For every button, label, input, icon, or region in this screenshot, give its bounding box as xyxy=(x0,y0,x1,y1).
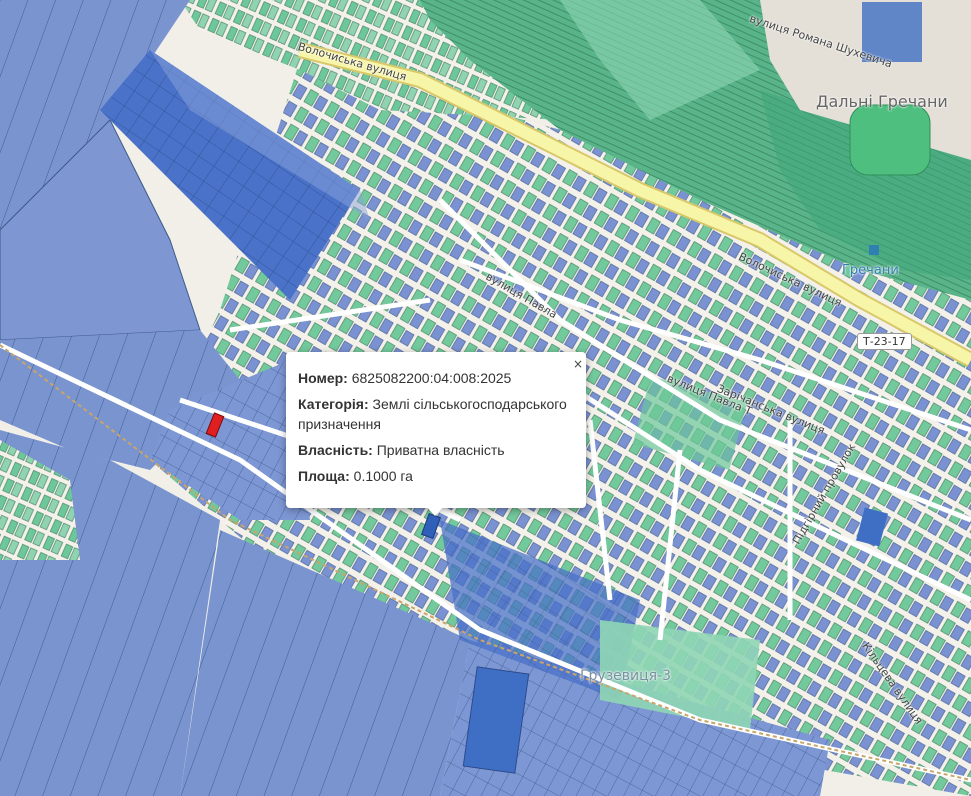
station-icon[interactable] xyxy=(869,245,879,255)
popup-area-label: Площа: xyxy=(298,468,350,484)
popup-area-value: 0.1000 га xyxy=(353,468,413,484)
parcel-info-popup: × Номер: 6825082200:04:008:2025 Категорі… xyxy=(286,352,586,508)
popup-tip xyxy=(426,506,444,516)
popup-ownership-row: Власність: Приватна власність xyxy=(298,440,574,460)
popup-number-value: 6825082200:04:008:2025 xyxy=(351,370,512,386)
popup-ownership-value: Приватна власність xyxy=(376,442,505,458)
popup-category-row: Категорія: Землі сільськогосподарського … xyxy=(298,394,574,434)
close-icon[interactable]: × xyxy=(573,354,583,374)
popup-ownership-label: Власність: xyxy=(298,442,373,458)
popup-number-label: Номер: xyxy=(298,370,348,386)
stadium xyxy=(849,104,931,176)
popup-number-row: Номер: 6825082200:04:008:2025 xyxy=(298,368,574,388)
route-shield: Т-23-17 xyxy=(857,333,912,350)
popup-category-label: Категорія: xyxy=(298,396,369,412)
popup-area-row: Площа: 0.1000 га xyxy=(298,466,574,486)
district-parcel xyxy=(862,2,922,62)
